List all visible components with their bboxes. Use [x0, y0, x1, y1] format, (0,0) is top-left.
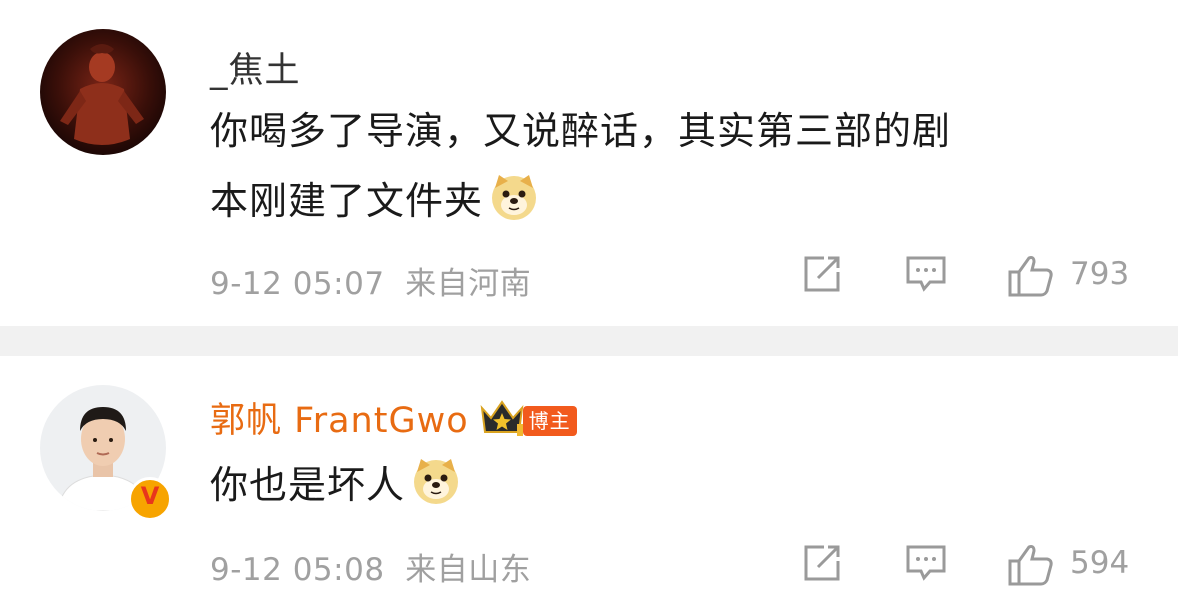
share-icon[interactable] [802, 543, 842, 583]
verified-icon: V [128, 477, 172, 521]
comment-icon[interactable] [905, 254, 947, 294]
like-icon[interactable] [1007, 254, 1055, 298]
author-badge: 博主 [522, 406, 577, 436]
verified-mark: V [140, 482, 160, 510]
comment-text-line: 本刚建了文件夹 [210, 179, 484, 223]
share-icon[interactable] [802, 254, 842, 294]
author-username[interactable]: 郭帆 FrantGwo 博主 [210, 392, 577, 443]
doge-emoji [414, 459, 459, 504]
avatar[interactable] [40, 29, 166, 155]
comment-divider [0, 326, 1178, 356]
comment-item: _焦土 你喝多了导演，又说醉话，其实第三部的剧 本刚建了文件夹 9-12 05:… [0, 0, 1178, 326]
comment-text: 你也是坏人 [210, 450, 1110, 520]
like-count: 594 [1070, 545, 1130, 581]
comment-text-line: 你也是坏人 [210, 463, 406, 507]
comment-text: 你喝多了导演，又说醉话，其实第三部的剧 本刚建了文件夹 [210, 96, 1110, 236]
comment-actions: 594 [0, 539, 1178, 589]
comment-icon[interactable] [905, 543, 947, 583]
crown-icon [480, 400, 524, 436]
comment-text-line: 你喝多了导演，又说醉话，其实第三部的剧 [210, 109, 952, 153]
comment-actions: 793 [0, 250, 1178, 300]
username[interactable]: 郭帆 FrantGwo [210, 401, 469, 441]
comment-text-line-wrap: 本刚建了文件夹 [210, 166, 1110, 236]
like-icon[interactable] [1007, 543, 1055, 587]
doge-emoji [492, 175, 537, 220]
username[interactable]: _焦土 [210, 42, 301, 93]
like-count: 793 [1070, 256, 1130, 292]
comment-item: V 郭帆 FrantGwo 博主 你也是坏人 9-12 05:08 来自山东 5… [0, 356, 1178, 613]
